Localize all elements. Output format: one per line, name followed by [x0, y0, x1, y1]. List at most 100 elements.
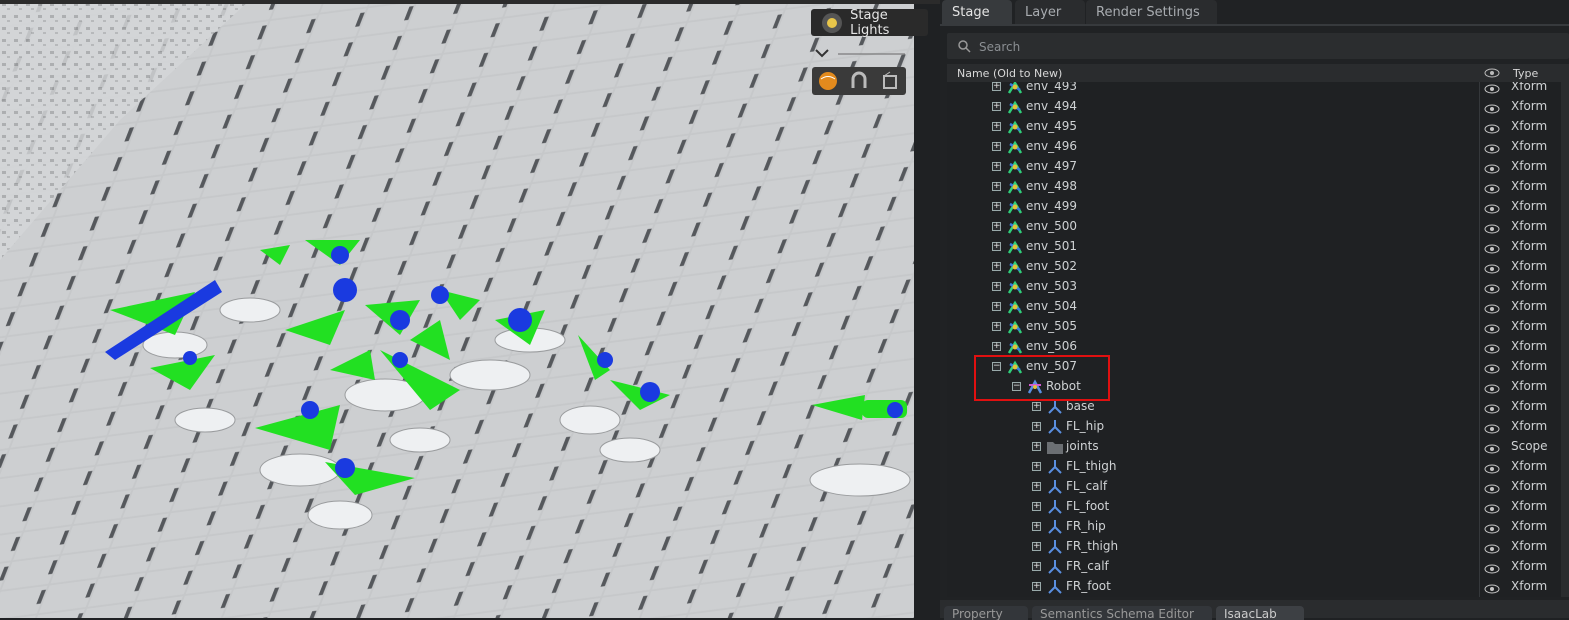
- tree-row-label: FL_thigh: [1066, 459, 1117, 473]
- tree-row-env-499[interactable]: + env_499 Xform: [947, 197, 1569, 217]
- tree-row-label: FR_calf: [1066, 559, 1109, 573]
- tree-row-fl-foot[interactable]: + FL_foot Xform: [947, 497, 1569, 517]
- expand-icon[interactable]: +: [992, 182, 1001, 191]
- stage-tree[interactable]: + env_493 Xform + env_494 Xform + env_495 Xform +…: [947, 82, 1569, 597]
- panel-tabs: Stage Layer Render Settings: [940, 0, 1569, 26]
- stage-panel: Stage Layer Render Settings Name (Old to…: [940, 0, 1569, 620]
- tree-row-env-500[interactable]: + env_500 Xform: [947, 217, 1569, 237]
- tree-row-fr-hip[interactable]: + FR_hip Xform: [947, 517, 1569, 537]
- tree-row-joints[interactable]: + joints Scope: [947, 437, 1569, 457]
- tree-row-label: env_506: [1026, 339, 1077, 353]
- tree-row-type: Xform: [1511, 219, 1548, 233]
- tree-row-type: Xform: [1511, 419, 1548, 433]
- tab-render-settings[interactable]: Render Settings: [1086, 0, 1217, 24]
- tree-row-env-494[interactable]: + env_494 Xform: [947, 97, 1569, 117]
- expand-icon[interactable]: +: [992, 102, 1001, 111]
- tree-row-type: Xform: [1511, 159, 1548, 173]
- tree-row-env-503[interactable]: + env_503 Xform: [947, 277, 1569, 297]
- tree-header: Name (Old to New) Type: [947, 64, 1569, 82]
- expand-icon[interactable]: +: [1032, 442, 1041, 451]
- magnet-icon[interactable]: [848, 70, 870, 92]
- tree-row-label: env_497: [1026, 159, 1077, 173]
- tree-row-type: Xform: [1511, 579, 1548, 593]
- column-name-header[interactable]: Name (Old to New): [957, 67, 1062, 80]
- expand-icon[interactable]: +: [1032, 582, 1041, 591]
- viewport-top-strip: [0, 0, 940, 4]
- tree-row-env-496[interactable]: + env_496 Xform: [947, 137, 1569, 157]
- tree-row-type: Xform: [1511, 539, 1548, 553]
- viewport[interactable]: [0, 0, 914, 618]
- expand-icon[interactable]: +: [1032, 562, 1041, 571]
- tree-row-type: Xform: [1511, 99, 1548, 113]
- viewport-collapse-bar[interactable]: [812, 44, 907, 64]
- tree-row-label: env_501: [1026, 239, 1077, 253]
- tree-row-type: Xform: [1511, 139, 1548, 153]
- highlight-box: [974, 355, 1110, 401]
- expand-icon[interactable]: +: [992, 262, 1001, 271]
- tree-row-type: Xform: [1511, 479, 1548, 493]
- tree-row-label: env_504: [1026, 299, 1077, 313]
- tab-stage[interactable]: Stage: [942, 0, 1012, 24]
- tree-row-fl-thigh[interactable]: + FL_thigh Xform: [947, 457, 1569, 477]
- tree-row-type: Xform: [1511, 239, 1548, 253]
- tree-row-type: Xform: [1511, 179, 1548, 193]
- tree-row-env-506[interactable]: + env_506 Xform: [947, 337, 1569, 357]
- expand-icon[interactable]: +: [992, 342, 1001, 351]
- tree-row-env-497[interactable]: + env_497 Xform: [947, 157, 1569, 177]
- tree-row-label: env_493: [1026, 82, 1077, 93]
- expand-icon[interactable]: +: [1032, 522, 1041, 531]
- tree-row-label: env_495: [1026, 119, 1077, 133]
- expand-icon[interactable]: +: [992, 162, 1001, 171]
- bottom-tabs: Property Semantics Schema Editor IsaacLa…: [940, 600, 1569, 620]
- tree-row-label: env_502: [1026, 259, 1077, 273]
- tree-row-env-504[interactable]: + env_504 Xform: [947, 297, 1569, 317]
- expand-icon[interactable]: +: [992, 82, 1001, 91]
- tree-row-fl-hip[interactable]: + FL_hip Xform: [947, 417, 1569, 437]
- tree-row-env-495[interactable]: + env_495 Xform: [947, 117, 1569, 137]
- tree-row-fr-thigh[interactable]: + FR_thigh Xform: [947, 537, 1569, 557]
- expand-icon[interactable]: +: [1032, 422, 1041, 431]
- globe-icon[interactable]: [817, 70, 839, 92]
- tab-layer[interactable]: Layer: [1015, 0, 1085, 24]
- expand-icon[interactable]: +: [992, 122, 1001, 131]
- tree-row-label: joints: [1066, 439, 1099, 453]
- visibility-eye-icon[interactable]: [1484, 580, 1500, 597]
- expand-icon[interactable]: +: [992, 322, 1001, 331]
- visibility-header-icon[interactable]: [1484, 67, 1500, 79]
- tree-row-env-502[interactable]: + env_502 Xform: [947, 257, 1569, 277]
- tree-row-env-501[interactable]: + env_501 Xform: [947, 237, 1569, 257]
- tree-row-fl-calf[interactable]: + FL_calf Xform: [947, 477, 1569, 497]
- tree-row-type: Xform: [1511, 119, 1548, 133]
- tree-row-fr-calf[interactable]: + FR_calf Xform: [947, 557, 1569, 577]
- column-type-header[interactable]: Type: [1513, 67, 1538, 80]
- expand-icon[interactable]: +: [1032, 482, 1041, 491]
- expand-icon[interactable]: +: [1032, 542, 1041, 551]
- tree-row-env-493[interactable]: + env_493 Xform: [947, 82, 1569, 97]
- tree-row-type: Xform: [1511, 82, 1548, 93]
- expand-icon[interactable]: +: [992, 302, 1001, 311]
- expand-icon[interactable]: +: [1032, 402, 1041, 411]
- tree-row-fr-foot[interactable]: + FR_foot Xform: [947, 577, 1569, 597]
- tree-row-type: Xform: [1511, 519, 1548, 533]
- tree-row-label: FL_calf: [1066, 479, 1108, 493]
- tree-row-type: Xform: [1511, 199, 1548, 213]
- expand-icon[interactable]: +: [992, 282, 1001, 291]
- tree-row-type: Xform: [1511, 319, 1548, 333]
- search-input[interactable]: [977, 36, 1561, 58]
- expand-icon[interactable]: +: [992, 202, 1001, 211]
- tree-scrollbar[interactable]: [1561, 82, 1569, 597]
- expand-icon[interactable]: +: [1032, 462, 1041, 471]
- camera-cube-icon[interactable]: [879, 70, 901, 92]
- tree-row-env-498[interactable]: + env_498 Xform: [947, 177, 1569, 197]
- expand-icon[interactable]: +: [992, 242, 1001, 251]
- stage-lights-button[interactable]: Stage Lights: [811, 8, 928, 38]
- tree-row-type: Xform: [1511, 399, 1548, 413]
- tree-row-type: Xform: [1511, 559, 1548, 573]
- expand-icon[interactable]: +: [992, 142, 1001, 151]
- tree-row-label: FL_hip: [1066, 419, 1105, 433]
- tree-row-type: Xform: [1511, 379, 1548, 393]
- tree-row-env-505[interactable]: + env_505 Xform: [947, 317, 1569, 337]
- tree-row-label: FR_hip: [1066, 519, 1106, 533]
- expand-icon[interactable]: +: [1032, 502, 1041, 511]
- expand-icon[interactable]: +: [992, 222, 1001, 231]
